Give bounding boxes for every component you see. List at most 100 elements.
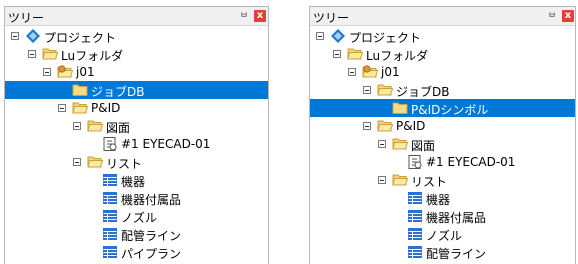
tree-item-project[interactable]: プロジェクト bbox=[5, 27, 268, 45]
tree-item-pid[interactable]: P&ID bbox=[310, 117, 575, 135]
folder-open-icon bbox=[392, 138, 408, 150]
tree-item-label: P&ID bbox=[91, 101, 121, 115]
table-icon bbox=[408, 228, 422, 240]
tree-item-job-db[interactable]: ジョブDB bbox=[5, 81, 268, 99]
tree-item-label: リスト bbox=[106, 157, 143, 171]
tree-item-label: 機器付属品 bbox=[121, 193, 182, 207]
panel-header: ツリー ㅂ x bbox=[5, 7, 268, 26]
tree-item-label: 配管ライン bbox=[426, 247, 487, 261]
tree-item-label: #1 EYECAD-01 bbox=[121, 137, 211, 151]
tree-item-label: プロジェクト bbox=[44, 31, 117, 45]
project-icon bbox=[331, 29, 345, 43]
tree-item-table[interactable]: ノズル bbox=[5, 207, 268, 225]
collapse-icon[interactable] bbox=[58, 104, 66, 112]
tree-item-label: Luフォルダ bbox=[366, 49, 429, 63]
folder-closed-icon bbox=[392, 102, 408, 114]
tree-panel-right: ツリー ㅂ x プロジェクト Luフォルダ j01 ジョブDB P&IDシンボル bbox=[309, 6, 576, 264]
tree-item-folder[interactable]: Luフォルダ bbox=[310, 45, 575, 63]
tree-item-pid[interactable]: P&ID bbox=[5, 99, 268, 117]
tree-item-table[interactable]: 機器 bbox=[5, 171, 268, 189]
close-icon[interactable]: x bbox=[562, 10, 574, 22]
collapse-icon[interactable] bbox=[348, 68, 356, 76]
tree-item-label: P&ID bbox=[396, 119, 426, 133]
tree-item-job[interactable]: j01 bbox=[5, 63, 268, 81]
tree-item-table[interactable]: 配管ライン bbox=[5, 225, 268, 243]
tree-item-label: 図面 bbox=[106, 121, 131, 135]
tree-item-table[interactable]: 機器付属品 bbox=[310, 207, 575, 225]
tree-item-job-db[interactable]: ジョブDB bbox=[310, 81, 575, 99]
collapse-icon[interactable] bbox=[43, 68, 51, 76]
tree-item-label: ジョブDB bbox=[91, 85, 145, 99]
tree-item-label: プロジェクト bbox=[349, 31, 422, 45]
collapse-icon[interactable] bbox=[316, 32, 324, 40]
tree-item-label: 機器 bbox=[426, 193, 451, 207]
tree-item-list[interactable]: リスト bbox=[310, 171, 575, 189]
table-icon bbox=[103, 210, 117, 222]
tree-panel-left: ツリー ㅂ x プロジェクト Luフォルダ j01 ジョブDB P&ID 図面 … bbox=[4, 6, 269, 264]
collapse-icon[interactable] bbox=[363, 86, 371, 94]
tree-item-table[interactable]: 配管ライン bbox=[310, 243, 575, 261]
folder-open-icon bbox=[377, 120, 393, 132]
job-folder-icon bbox=[362, 65, 378, 78]
folder-open-icon bbox=[392, 174, 408, 186]
panel-header: ツリー ㅂ x bbox=[310, 7, 575, 26]
panel-title: ツリー bbox=[8, 11, 45, 25]
collapse-icon[interactable] bbox=[28, 50, 36, 58]
pin-icon[interactable]: ㅂ bbox=[546, 10, 558, 22]
tree-item-drawing[interactable]: #1 EYECAD-01 bbox=[310, 153, 575, 171]
panel-title: ツリー bbox=[313, 11, 350, 25]
tree-item-table[interactable]: ノズル bbox=[310, 225, 575, 243]
tree-item-label: Luフォルダ bbox=[61, 49, 124, 63]
tree-item-table[interactable]: 機器 bbox=[310, 189, 575, 207]
collapse-icon[interactable] bbox=[73, 122, 81, 130]
drawing-icon bbox=[408, 155, 422, 169]
collapse-icon[interactable] bbox=[378, 176, 386, 184]
tree-item-label: j01 bbox=[76, 65, 95, 79]
collapse-icon[interactable] bbox=[333, 50, 341, 58]
tree-item-drawings[interactable]: 図面 bbox=[5, 117, 268, 135]
tree-item-label: P&IDシンボル bbox=[411, 103, 489, 117]
tree-item-label: #1 EYECAD-01 bbox=[426, 155, 516, 169]
tree-item-label: ジョブDB bbox=[396, 85, 450, 99]
tree-item-pid-symbols[interactable]: P&IDシンボル bbox=[310, 99, 575, 117]
collapse-icon[interactable] bbox=[378, 140, 386, 148]
job-folder-icon bbox=[57, 65, 73, 78]
tree-item-label: ノズル bbox=[426, 229, 463, 243]
tree-item-label: ノズル bbox=[121, 211, 158, 225]
tree-item-table[interactable]: パイプラン bbox=[5, 243, 268, 261]
table-icon bbox=[103, 228, 117, 240]
collapse-icon[interactable] bbox=[363, 122, 371, 130]
table-icon bbox=[103, 246, 117, 258]
tree-item-label: 機器 bbox=[121, 175, 146, 189]
tree-item-label: パイプラン bbox=[121, 247, 182, 261]
table-icon bbox=[103, 192, 117, 204]
tree-item-label: 配管ライン bbox=[121, 229, 182, 243]
collapse-icon[interactable] bbox=[73, 158, 81, 166]
tree-item-job[interactable]: j01 bbox=[310, 63, 575, 81]
table-icon bbox=[408, 192, 422, 204]
tree-item-drawing[interactable]: #1 EYECAD-01 bbox=[5, 135, 268, 153]
tree-item-label: 図面 bbox=[411, 139, 436, 153]
table-icon bbox=[103, 174, 117, 186]
project-icon bbox=[26, 29, 40, 43]
folder-open-icon bbox=[42, 48, 58, 60]
collapse-icon[interactable] bbox=[11, 32, 19, 40]
folder-closed-icon bbox=[72, 84, 88, 96]
drawing-icon bbox=[103, 137, 117, 151]
tree-item-label: j01 bbox=[381, 65, 400, 79]
table-icon bbox=[408, 246, 422, 258]
pin-icon[interactable]: ㅂ bbox=[238, 10, 250, 22]
table-icon bbox=[408, 210, 422, 222]
tree-item-list[interactable]: リスト bbox=[5, 153, 268, 171]
folder-open-icon bbox=[377, 84, 393, 96]
close-icon[interactable]: x bbox=[254, 10, 266, 22]
tree-item-folder[interactable]: Luフォルダ bbox=[5, 45, 268, 63]
tree-item-label: リスト bbox=[411, 175, 448, 189]
tree-item-table[interactable]: 機器付属品 bbox=[5, 189, 268, 207]
tree-item-drawings[interactable]: 図面 bbox=[310, 135, 575, 153]
folder-open-icon bbox=[87, 120, 103, 132]
folder-open-icon bbox=[72, 102, 88, 114]
tree-item-project[interactable]: プロジェクト bbox=[310, 27, 575, 45]
folder-open-icon bbox=[87, 156, 103, 168]
tree-item-label: 機器付属品 bbox=[426, 211, 487, 225]
